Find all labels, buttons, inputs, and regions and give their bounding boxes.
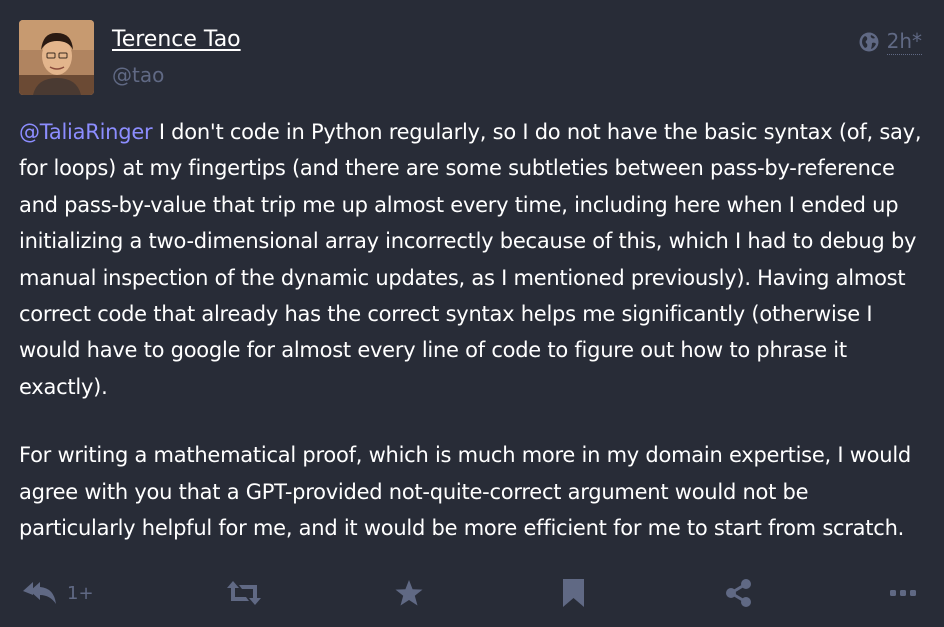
favourite-button[interactable] xyxy=(395,578,423,608)
status-paragraph: For writing a mathematical proof, which … xyxy=(19,443,911,541)
status-content: @TaliaRinger I don't code in Python regu… xyxy=(19,114,927,546)
action-bar: 1+ xyxy=(0,572,944,612)
status-timestamp[interactable]: 2h* xyxy=(886,28,922,55)
mention-link[interactable]: @TaliaRinger xyxy=(19,120,153,144)
bookmark-button[interactable] xyxy=(563,578,584,608)
relative-time: 2h xyxy=(886,29,912,53)
paragraph-text: I don't code in Python regularly, so I d… xyxy=(19,120,922,399)
ellipsis-icon xyxy=(890,590,916,596)
retweet-icon xyxy=(227,581,261,605)
avatar-photo xyxy=(19,20,94,95)
more-button[interactable] xyxy=(890,578,916,608)
share-icon xyxy=(726,579,751,607)
reply-count: 1+ xyxy=(67,582,94,604)
author-handle[interactable]: @tao xyxy=(112,62,164,88)
boost-button[interactable] xyxy=(227,578,261,608)
bookmark-icon xyxy=(563,579,584,607)
status-meta: 2h* xyxy=(859,28,922,55)
status-paragraph: @TaliaRinger I don't code in Python regu… xyxy=(19,114,927,405)
edited-marker: * xyxy=(912,29,922,53)
status-post: Terence Tao @tao 2h* @TaliaRinger I don'… xyxy=(0,0,944,627)
avatar[interactable] xyxy=(19,20,94,95)
reply-button[interactable]: 1+ xyxy=(23,578,94,608)
share-button[interactable] xyxy=(725,578,752,608)
globe-icon xyxy=(859,32,879,51)
reply-all-icon xyxy=(23,582,56,604)
star-icon xyxy=(395,579,423,605)
author-display-name[interactable]: Terence Tao xyxy=(112,26,241,54)
